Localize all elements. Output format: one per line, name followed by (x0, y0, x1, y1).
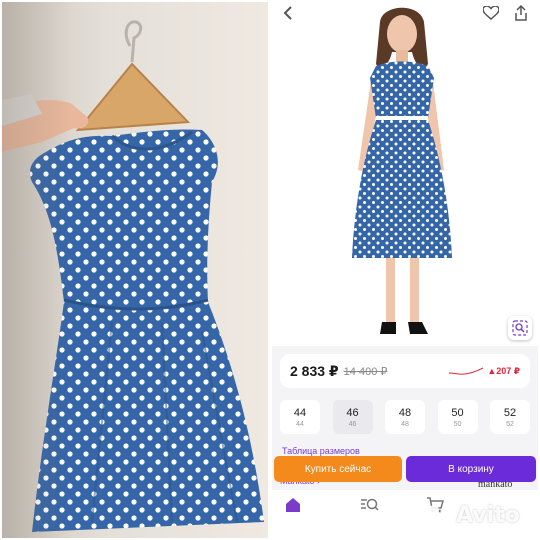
share-icon[interactable] (510, 2, 532, 24)
heart-icon[interactable] (480, 2, 502, 24)
size-table-link[interactable]: Таблица размеров (282, 446, 360, 456)
photo-search-icon[interactable] (508, 316, 532, 340)
price-old: 14 400 ₽ (343, 365, 388, 378)
wall-shadow (2, 2, 72, 538)
avito-logo-icon (429, 505, 450, 526)
price-current: 2 833 ₽ (290, 362, 339, 379)
size-chip[interactable]: 52 52 (490, 400, 530, 434)
size-selector: 44 44 46 46 48 48 50 50 52 52 (280, 400, 530, 436)
size-chip[interactable]: 44 44 (280, 400, 320, 434)
watermark-text: Avito (456, 502, 520, 528)
dress-on-hanger-photo (2, 2, 268, 538)
size-chip-selected[interactable]: 46 46 (332, 400, 373, 434)
size-chip[interactable]: 50 50 (437, 400, 478, 434)
price-change-badge: ▲207 ₽ (487, 365, 520, 376)
model-photo (352, 7, 452, 334)
avito-watermark: Avito (426, 500, 534, 530)
marketplace-screenshot: 2 833 ₽ 14 400 ₽ ▲207 ₽ 44 44 46 46 48 4… (272, 2, 538, 538)
product-image (272, 2, 538, 346)
home-icon[interactable] (284, 496, 304, 516)
buy-now-button[interactable]: Купить сейчас (274, 456, 402, 482)
price-trend-graph (449, 367, 484, 375)
size-chip[interactable]: 48 48 (385, 400, 425, 434)
search-icon[interactable] (360, 496, 380, 516)
add-to-cart-button[interactable]: В корзину (406, 456, 536, 482)
chevron-left-icon[interactable] (278, 2, 300, 24)
price-card: 2 833 ₽ 14 400 ₽ ▲207 ₽ (280, 354, 530, 388)
